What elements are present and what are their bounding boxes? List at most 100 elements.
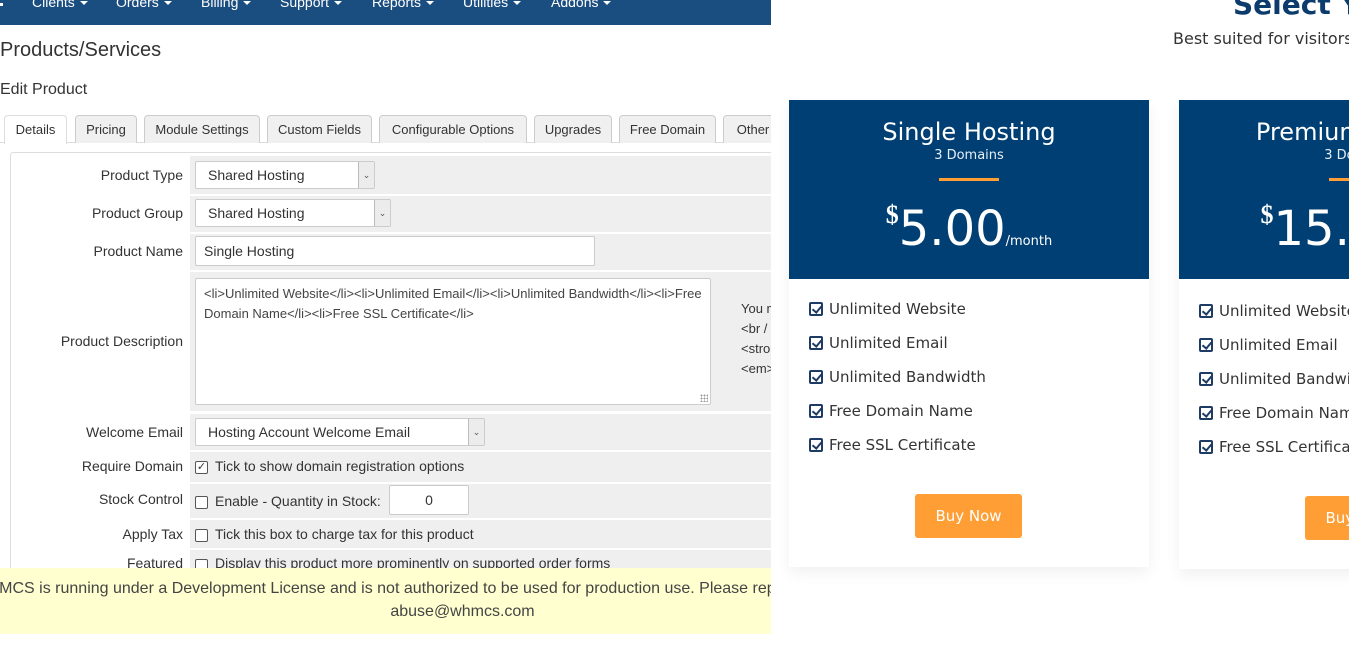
plan-domains: 3 Domains bbox=[934, 148, 1004, 163]
feature-text: Unlimited Email bbox=[829, 334, 948, 352]
plan-name: Premium Hosting bbox=[1255, 118, 1349, 146]
product-group-label: Product Group bbox=[91, 205, 183, 221]
plan-divider bbox=[1329, 178, 1349, 181]
buy-now-button[interactable]: Buy Now bbox=[915, 494, 1022, 538]
plan-domains: 3 Domains bbox=[1324, 148, 1349, 163]
product-description-value: <li>Unlimited Website</li><li>Unlimited … bbox=[204, 286, 702, 321]
currency-symbol: $ bbox=[885, 200, 899, 229]
apply-tax-checkbox[interactable] bbox=[195, 529, 208, 542]
tab-module-settings[interactable]: Module Settings bbox=[144, 115, 260, 143]
welcome-email-value: Hosting Account Welcome Email bbox=[208, 424, 411, 440]
product-group-value: Shared Hosting bbox=[208, 205, 305, 221]
feature-text: Free Domain Name bbox=[829, 402, 973, 420]
abuse-email-link[interactable]: abuse@whmcs.com bbox=[0, 600, 771, 623]
nav-item-utilities[interactable]: Utilities bbox=[463, 0, 522, 10]
tab-configurable-options[interactable]: Configurable Options bbox=[379, 115, 527, 143]
plan-divider bbox=[939, 178, 999, 181]
hint-line: <em> bbox=[741, 361, 771, 376]
tab-other[interactable]: Other bbox=[723, 115, 771, 143]
plan-card-premium-hosting: Premium Hosting 3 Domains $15.00/month U… bbox=[1179, 100, 1349, 569]
checkbox-checked-icon bbox=[809, 336, 823, 350]
checkbox-checked-icon bbox=[1199, 406, 1213, 420]
product-group-select[interactable]: Shared Hosting ⌄ bbox=[195, 199, 391, 227]
checkbox-checked-icon bbox=[1199, 440, 1213, 454]
buy-now-button[interactable]: Buy Now bbox=[1305, 496, 1349, 540]
feature-text: Unlimited Website bbox=[1219, 302, 1349, 320]
caret-down-icon bbox=[163, 1, 172, 6]
nav-item-reports[interactable]: Reports bbox=[372, 0, 435, 10]
nav-label: Billing bbox=[201, 0, 239, 10]
require-domain-text: Tick to show domain registration options bbox=[215, 458, 465, 474]
price-period: /month bbox=[1005, 234, 1053, 249]
product-type-label: Product Type bbox=[100, 167, 183, 183]
apply-tax-label: Apply Tax bbox=[122, 526, 183, 542]
price-amount: 15.00 bbox=[1273, 201, 1349, 257]
stock-quantity-input[interactable]: 0 bbox=[389, 485, 469, 515]
price-amount: 5.00 bbox=[898, 201, 1006, 257]
html-hint: You m <br / <stro <em> bbox=[741, 299, 771, 379]
caret-down-icon bbox=[603, 1, 612, 6]
nav-item-orders[interactable]: Orders bbox=[116, 0, 172, 10]
product-type-select[interactable]: Shared Hosting ⌄ bbox=[195, 161, 375, 189]
nav-label: Orders bbox=[116, 0, 159, 10]
tab-upgrades[interactable]: Upgrades bbox=[534, 115, 612, 143]
hint-line: You m bbox=[741, 301, 771, 316]
chevron-down-icon: ⌄ bbox=[374, 200, 390, 226]
nav-item-clients[interactable]: Clients bbox=[32, 0, 88, 10]
nav-bullet-icon bbox=[0, 3, 3, 6]
checkbox-checked-icon bbox=[809, 438, 823, 452]
feature-text: Unlimited Bandwidth bbox=[1219, 370, 1349, 388]
hint-line: <br / bbox=[741, 321, 768, 336]
nav-item-addons[interactable]: Addons bbox=[551, 0, 612, 10]
tab-free-domain[interactable]: Free Domain bbox=[619, 115, 716, 143]
nav-label: Addons bbox=[551, 0, 599, 10]
checkbox-checked-icon bbox=[1199, 304, 1213, 318]
require-domain-label: Require Domain bbox=[81, 458, 183, 474]
checkbox-checked-icon bbox=[809, 370, 823, 384]
tab-custom-fields[interactable]: Custom Fields bbox=[267, 115, 372, 143]
feature-text: Unlimited Website bbox=[829, 300, 966, 318]
welcome-email-select[interactable]: Hosting Account Welcome Email ⌄ bbox=[195, 418, 485, 446]
top-navigation: Clients Orders Billing Support Reports U… bbox=[0, 0, 771, 25]
caret-down-icon bbox=[79, 1, 88, 6]
require-domain-checkbox[interactable]: ✓ bbox=[195, 461, 208, 474]
caret-down-icon bbox=[426, 1, 435, 6]
plan-card-header: Premium Hosting 3 Domains $15.00/month bbox=[1179, 100, 1349, 279]
feature-text: Free SSL Certificate bbox=[1219, 438, 1349, 456]
plan-card-header: Single Hosting 3 Domains $5.00/month bbox=[789, 100, 1149, 279]
chevron-down-icon: ⌄ bbox=[468, 419, 484, 445]
nav-item-support[interactable]: Support bbox=[280, 0, 343, 10]
tab-details[interactable]: Details bbox=[4, 115, 67, 144]
pricing-subtitle: Best suited for visitors bbox=[1173, 29, 1349, 48]
stock-control-label: Stock Control bbox=[98, 491, 183, 507]
hint-line: <stro bbox=[741, 341, 771, 356]
caret-down-icon bbox=[243, 1, 252, 6]
chevron-down-icon: ⌄ bbox=[358, 162, 374, 188]
tab-pricing[interactable]: Pricing bbox=[75, 115, 137, 143]
checkbox-checked-icon bbox=[809, 302, 823, 316]
license-notice: This installation of WHMCS is running un… bbox=[0, 568, 771, 634]
pricing-preview-pane: Select Your Plan Best suited for visitor… bbox=[771, 0, 1349, 654]
product-name-input[interactable]: Single Hosting bbox=[195, 236, 595, 266]
section-title: Edit Product bbox=[0, 81, 88, 98]
product-description-textarea[interactable]: <li>Unlimited Website</li><li>Unlimited … bbox=[195, 278, 711, 405]
nav-label: Utilities bbox=[463, 0, 509, 10]
checkbox-checked-icon bbox=[1199, 372, 1213, 386]
license-notice-text: This installation of WHMCS is running un… bbox=[0, 580, 771, 597]
nav-label: Clients bbox=[32, 0, 75, 10]
nav-label: Reports bbox=[372, 0, 422, 10]
page-title: Products/Services bbox=[0, 39, 162, 61]
feature-text: Unlimited Email bbox=[1219, 336, 1338, 354]
product-tabs: Details Pricing Module Settings Custom F… bbox=[0, 115, 771, 144]
plan-price: $15.00/month bbox=[1179, 200, 1349, 257]
caret-down-icon bbox=[513, 1, 522, 6]
product-description-label: Product Description bbox=[60, 333, 183, 349]
product-type-value: Shared Hosting bbox=[208, 167, 305, 183]
stock-control-text: Enable - Quantity in Stock: bbox=[215, 493, 381, 509]
nav-item-billing[interactable]: Billing bbox=[201, 0, 252, 10]
feature-text: Free SSL Certificate bbox=[829, 436, 976, 454]
stock-control-checkbox[interactable] bbox=[195, 496, 208, 509]
resize-grip-icon[interactable] bbox=[700, 394, 708, 402]
feature-text: Free Domain Name bbox=[1219, 404, 1349, 422]
plan-price: $5.00/month bbox=[789, 200, 1149, 257]
